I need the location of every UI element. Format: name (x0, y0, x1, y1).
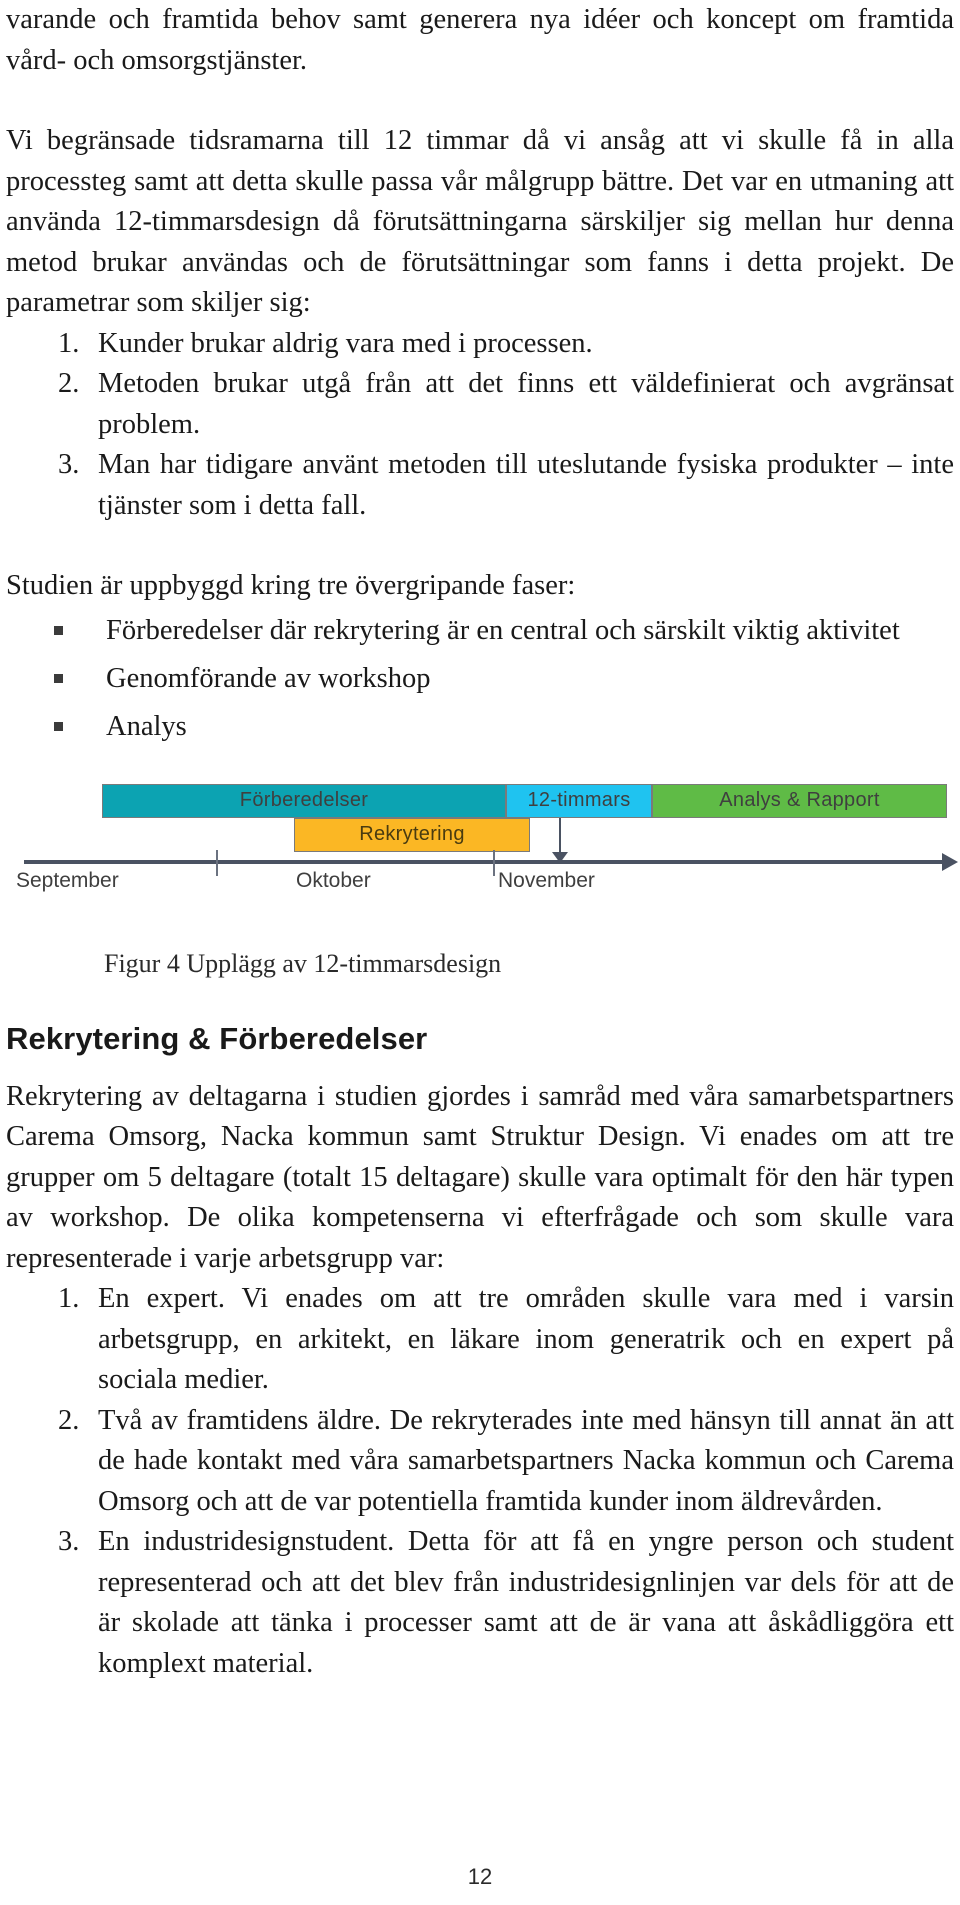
list-marker: 3. (58, 449, 80, 480)
section-heading: Rekrytering & Förberedelser (6, 1020, 428, 1056)
page-number: 12 (467, 1864, 493, 1889)
parameter-list: 1. Kunder brukar aldrig vara med i proce… (6, 324, 954, 527)
list-item: Analys (6, 703, 954, 751)
timeline-axis (24, 859, 944, 864)
list-item-text: Genomförande av workshop (106, 662, 431, 694)
list-item-text: Analys (106, 710, 187, 742)
timeline-tick-november (493, 849, 495, 876)
competence-list: 1. En expert. Vi enades om att tre områd… (6, 1279, 954, 1684)
workshop-marker-line (559, 817, 561, 854)
list-item: 1. En expert. Vi enades om att tre områd… (6, 1279, 954, 1401)
list-item-text: En expert. Vi enades om att tre områden … (98, 1283, 954, 1395)
document-page: varande och framtida behov samt generera… (0, 0, 960, 1905)
timeline-axis-arrow-icon (942, 852, 958, 871)
list-item-text: Man har tidigare använt metoden till ute… (98, 449, 954, 521)
list-item: 2. Två av framtidens äldre. De rekrytera… (6, 1401, 954, 1523)
figure-spacer (6, 751, 954, 771)
list-item: 3. En industridesignstudent. Detta för a… (6, 1522, 954, 1684)
gantt-timeline-figure: Förberedelser 12-timmars Analys & Rappor… (6, 771, 960, 921)
square-bullet-icon (54, 721, 63, 731)
list-item-text: Förberedelser där rekrytering är en cent… (106, 614, 900, 646)
square-bullet-icon (54, 625, 63, 635)
list-marker: 1. (58, 327, 80, 359)
list-item-text: Kunder brukar aldrig vara med i processe… (98, 327, 593, 359)
gantt-bar-forberedelser: Förberedelser (102, 783, 506, 818)
phase-list: Förberedelser där rekrytering är en cent… (6, 607, 954, 751)
paragraph-phases-intro: Studien är uppbyggd kring tre övergripan… (6, 570, 576, 601)
list-item: Genomförande av workshop (6, 655, 954, 703)
paragraph-timeframe: Vi begränsade tidsramarna till 12 timmar… (6, 125, 954, 318)
list-marker: 2. (58, 368, 80, 399)
gantt-bar-12-timmars: 12-timmars (506, 783, 652, 818)
list-item-text: Två av framtidens äldre. De rekryterades… (98, 1404, 954, 1517)
timeline-tick-oktober (216, 849, 218, 876)
month-label-november: November (498, 868, 595, 892)
list-item-text: Metoden brukar utgå från att det finns e… (98, 368, 954, 440)
list-marker: 2. (58, 1404, 80, 1436)
list-item-text: En industridesignstudent. Detta för att … (98, 1526, 954, 1679)
square-bullet-icon (54, 673, 63, 683)
list-item: Förberedelser där rekrytering är en cent… (6, 607, 954, 655)
gantt-bar-rekrytering: Rekrytering (294, 817, 530, 852)
list-item: 2. Metoden brukar utgå från att det finn… (6, 364, 954, 445)
paragraph-continued-intro: varande och framtida behov samt generera… (6, 4, 954, 76)
list-item: 3. Man har tidigare använt metoden till … (6, 445, 954, 526)
heading-gap (6, 1057, 954, 1077)
heading-spacer (6, 981, 954, 1021)
list-marker: 3. (58, 1526, 80, 1557)
page-content: varande och framtida behov samt generera… (6, 0, 958, 1684)
list-marker: 1. (58, 1283, 80, 1314)
month-label-oktober: Oktober (296, 868, 371, 892)
list-item: 1. Kunder brukar aldrig vara med i proce… (6, 324, 954, 365)
figure-caption: Figur 4 Upplägg av 12-timmarsdesign (104, 948, 502, 978)
paragraph-recruitment: Rekrytering av deltagarna i studien gjor… (6, 1080, 954, 1274)
gantt-bar-analys-rapport: Analys & Rapport (652, 783, 947, 818)
month-label-september: September (16, 868, 119, 892)
